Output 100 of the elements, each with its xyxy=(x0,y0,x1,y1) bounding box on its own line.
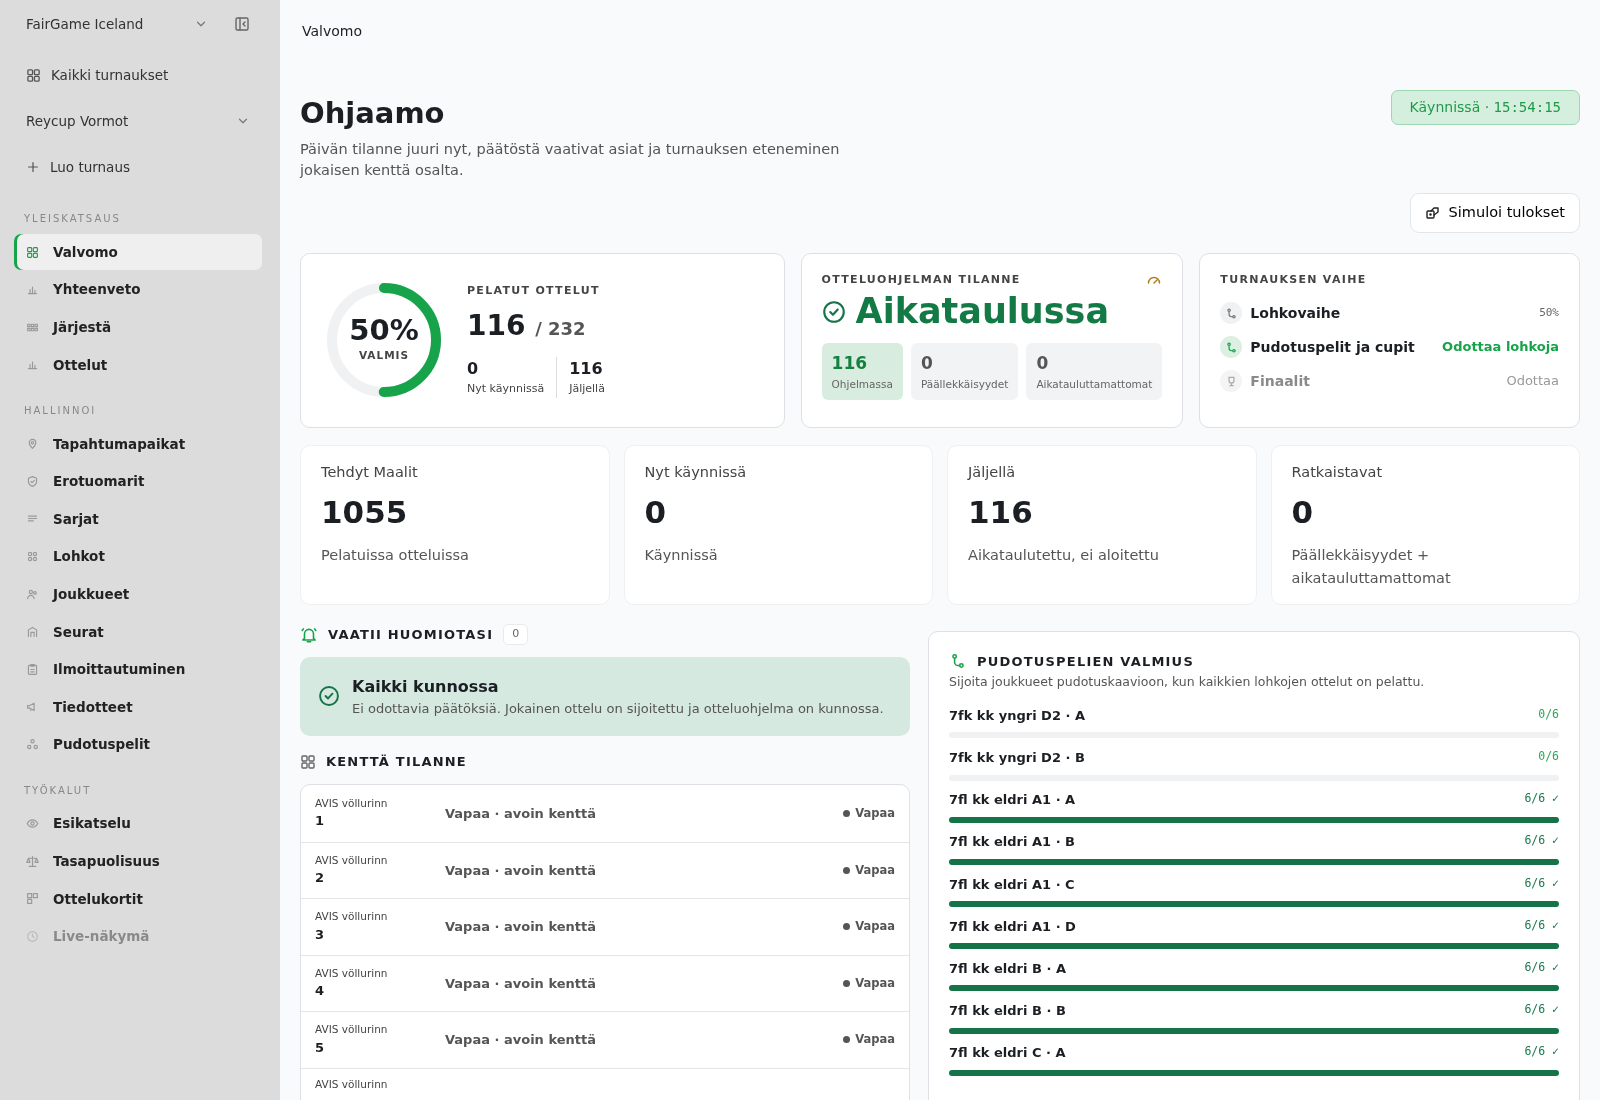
stat-value: 0 xyxy=(467,358,480,381)
venue-name: AVIS völlurinn xyxy=(315,965,389,981)
venue-name: AVIS völlurinn xyxy=(315,1022,389,1038)
nav-item[interactable]: Yhteenveto xyxy=(14,271,262,308)
grid-icon xyxy=(26,892,39,906)
field-number: 2 xyxy=(315,869,326,888)
venue-name: AVIS völlurinn xyxy=(315,852,389,868)
sidebar-collapse-icon[interactable] xyxy=(234,16,250,32)
bar-chart-icon xyxy=(26,283,39,297)
group-progress-reading: 6/6 ✓ xyxy=(1524,1043,1559,1061)
nav-item[interactable]: Erotuomarit xyxy=(14,463,262,500)
card-heading: OTTELUOHJELMAN TILANNE xyxy=(821,271,1021,288)
branch-icon xyxy=(1220,336,1243,359)
eye-icon xyxy=(26,817,39,831)
nav-item[interactable]: Lohkot xyxy=(14,538,262,575)
group-progress-reading: 6/6 ✓ xyxy=(1524,958,1559,976)
bar-chart-icon xyxy=(26,358,39,372)
card-caption: Aikataulutettu, ei aloitettu xyxy=(968,545,1160,565)
grid-icon xyxy=(26,245,39,259)
group-name: 7fl kk eldri C · A xyxy=(949,1044,1066,1063)
shield-icon xyxy=(26,474,39,488)
group-progress-reading: 0/6 xyxy=(1538,748,1559,765)
nav-item[interactable]: Tiedotteet xyxy=(14,688,262,725)
card-title: Jäljellä xyxy=(968,462,1017,482)
people-icon xyxy=(26,587,39,601)
field-status: Vapaa xyxy=(855,861,895,879)
card-caption: Käynnissä xyxy=(644,545,719,565)
field-status: Vapaa xyxy=(855,1031,895,1049)
phase-status: 50% xyxy=(1539,304,1559,321)
grid-icon xyxy=(26,67,41,83)
nav-item[interactable]: Pudotuspelit xyxy=(14,726,262,763)
create-tournament-link[interactable]: Luo turnaus xyxy=(50,156,130,178)
nav-item[interactable]: Tasapuolisuus xyxy=(14,843,262,880)
field-number: 3 xyxy=(315,925,326,944)
stat-tile: 0 Aikatauluttamattomat xyxy=(1026,343,1163,401)
tournament-selector[interactable]: Reycup Vormot xyxy=(26,110,226,132)
group-name: 7fl kk eldri A1 · D xyxy=(949,917,1076,936)
clock-icon xyxy=(26,929,39,943)
section-heading: VAATII HUOMIOTASI xyxy=(328,625,494,644)
group-name: 7fk kk yngri D2 · A xyxy=(949,706,1085,725)
phase-label: Finaalit xyxy=(1250,371,1311,391)
map-pin-icon xyxy=(26,437,39,451)
branch-icon xyxy=(949,652,967,671)
branch-icon xyxy=(1220,302,1243,325)
group-name: 7fl kk eldri A1 · C xyxy=(949,875,1075,894)
group-progress-reading: 6/6 ✓ xyxy=(1524,790,1559,808)
live-status-badge: Käynnissä · 15:54:15 xyxy=(1390,90,1580,125)
phase-label: Lohkovaihe xyxy=(1250,303,1342,323)
all-tournaments-link[interactable]: Kaikki turnaukset xyxy=(51,64,169,86)
field-status: Vapaa xyxy=(855,804,895,822)
card-title: Tehdyt Maalit xyxy=(321,462,419,482)
card-value: 0 xyxy=(1291,493,1315,533)
group-progress-reading: 6/6 ✓ xyxy=(1524,874,1559,892)
field-activity: Vapaa · avoin kenttä xyxy=(445,804,597,823)
stat-label: Jäljellä xyxy=(569,381,605,398)
group-name: 7fl kk eldri A1 · B xyxy=(949,833,1075,852)
group-progress-reading: 6/6 ✓ xyxy=(1524,1001,1559,1019)
nav-item[interactable]: Sarjat xyxy=(14,500,262,537)
stat-tile: 116 Ohjelmassa xyxy=(821,343,903,401)
status-dot xyxy=(843,866,851,874)
clipboard-icon xyxy=(26,662,39,676)
grid-icon xyxy=(26,550,39,564)
plus-icon[interactable] xyxy=(26,160,40,174)
organization-name[interactable]: FairGame Iceland xyxy=(26,13,184,35)
group-name: 7fk kk yngri D2 · B xyxy=(949,749,1085,767)
nav-item[interactable]: Tapahtumapaikat xyxy=(14,425,262,462)
stat-label: Nyt käynnissä xyxy=(467,381,545,398)
status-dot xyxy=(843,923,851,931)
percent-label: VALMIS xyxy=(358,348,410,364)
venue-name: AVIS völlurinn xyxy=(315,1076,389,1092)
status-dot xyxy=(843,809,851,817)
grid-icon xyxy=(300,754,316,771)
nav-item[interactable]: Seurat xyxy=(14,613,262,650)
section-label: HALLINNOI xyxy=(23,403,98,418)
alert-title: Kaikki kunnossa xyxy=(352,675,500,698)
field-activity: Vapaa · avoin kenttä xyxy=(445,974,597,993)
field-number: 4 xyxy=(315,982,326,1001)
field-activity: Vapaa · avoin kenttä xyxy=(445,861,597,880)
nav-item[interactable]: Valvomo xyxy=(14,234,262,270)
card-heading: TURNAUKSEN VAIHE xyxy=(1220,271,1368,288)
field-activity: Vapaa · avoin kenttä xyxy=(445,918,597,937)
stat-value: 116 xyxy=(569,358,604,381)
simulate-button[interactable]: Simuloi tulokset xyxy=(1409,192,1580,233)
nav-item[interactable]: Järjestä xyxy=(14,309,262,346)
nav-item[interactable]: Joukkueet xyxy=(14,576,262,613)
nav-item[interactable]: Ottelukortit xyxy=(14,880,262,917)
nav-item[interactable]: Ilmoittautuminen xyxy=(14,651,262,688)
nav-item[interactable]: Ottelut xyxy=(14,346,262,383)
group-progress-reading: 6/6 ✓ xyxy=(1524,916,1559,934)
count-badge: 0 xyxy=(503,624,529,645)
check-circle-icon xyxy=(821,299,846,324)
group-name: 7fl kk eldri B · A xyxy=(949,959,1066,978)
stat-tile: 0 Päällekkäisyydet xyxy=(910,343,1019,401)
group-progress-reading: 6/6 ✓ xyxy=(1524,832,1559,850)
venue-name: AVIS völlurinn xyxy=(315,795,389,811)
card-value: 0 xyxy=(644,493,668,533)
nav-item[interactable]: Esikatselu xyxy=(14,805,262,842)
scale-icon xyxy=(26,854,39,868)
phase-status: Odottaa xyxy=(1506,372,1559,391)
status-dot xyxy=(843,1036,851,1044)
